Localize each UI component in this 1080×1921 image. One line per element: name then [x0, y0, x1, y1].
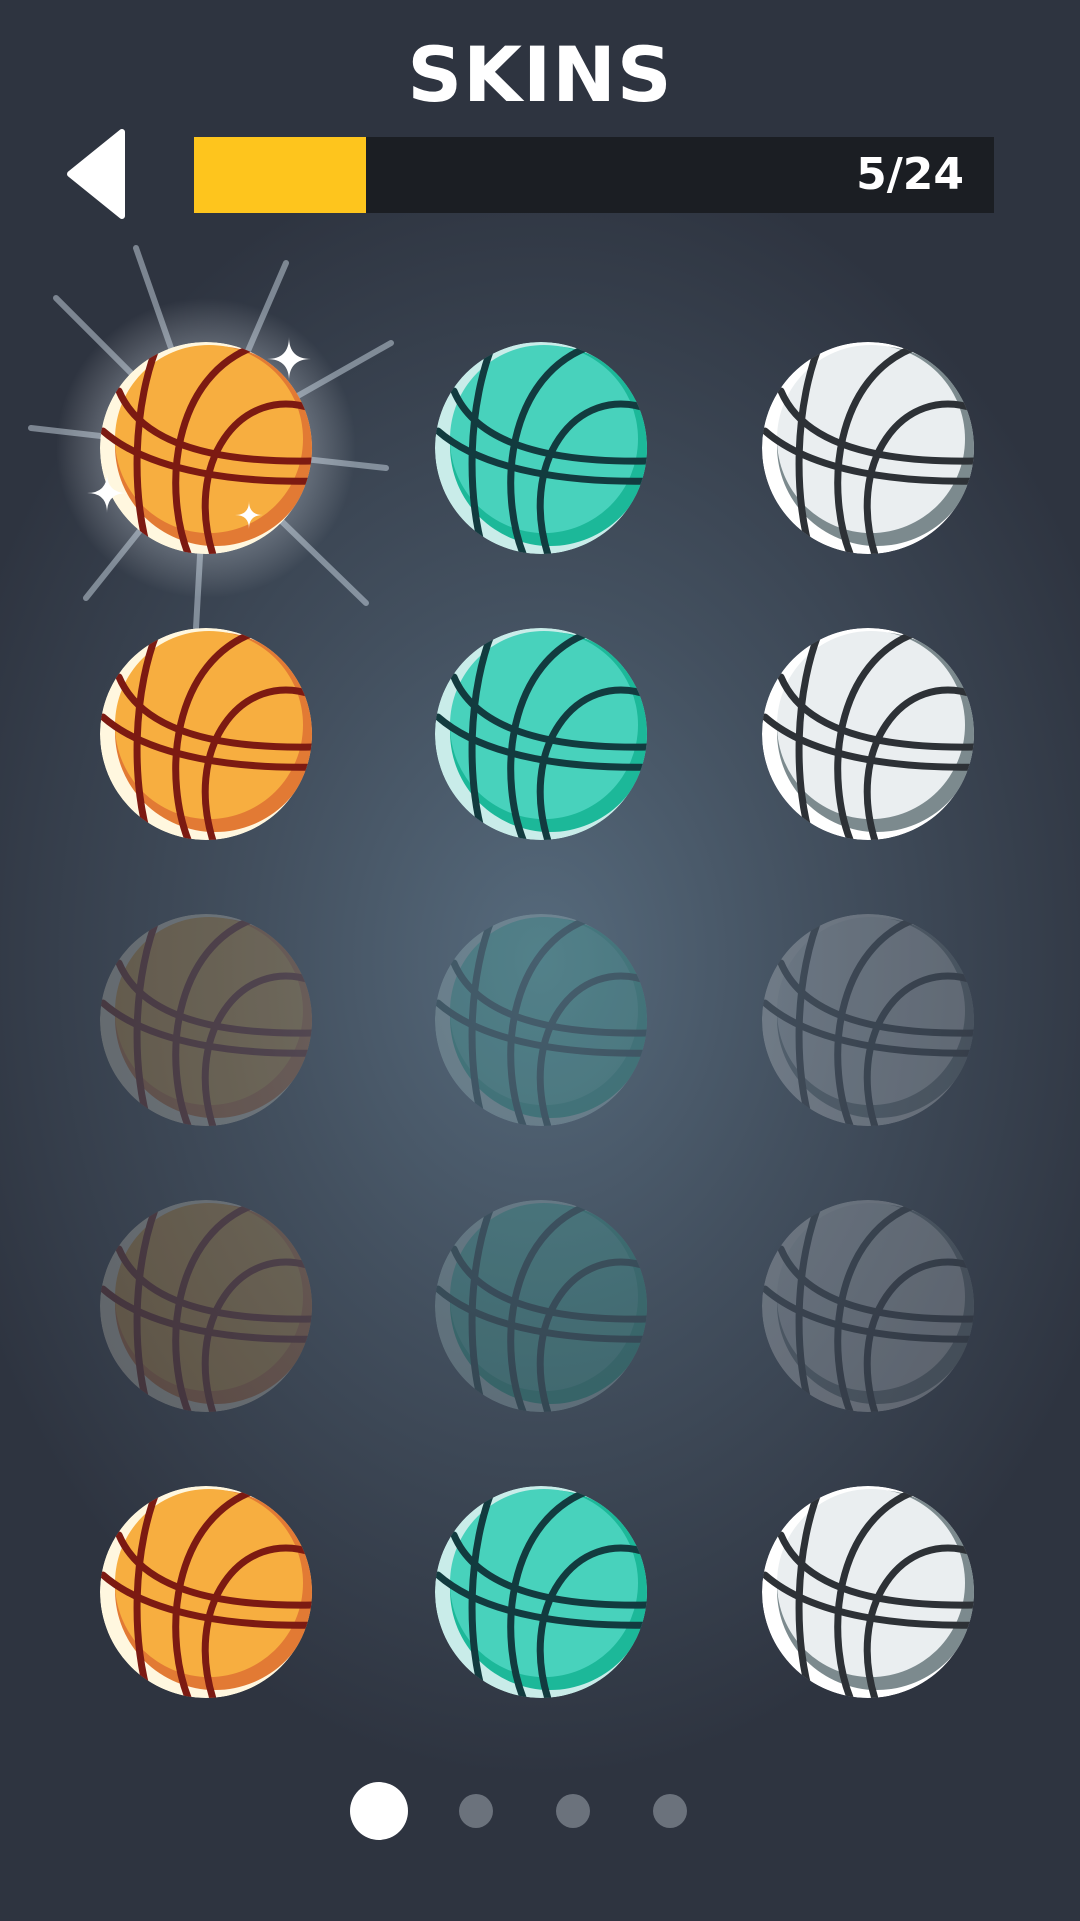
- skin-teal-5[interactable]: [426, 1477, 656, 1707]
- basketball-icon: [435, 914, 647, 1126]
- skins-screen: SKINS 5/24: [0, 0, 1080, 1921]
- skin-white-2[interactable]: [753, 619, 983, 849]
- skin-white-3-locked[interactable]: [753, 905, 983, 1135]
- basketball-icon: [762, 1200, 974, 1412]
- basketball-icon: [762, 1486, 974, 1698]
- skin-grid: [0, 0, 1080, 1921]
- basketball-icon: [435, 1486, 647, 1698]
- basketball-icon: [100, 1200, 312, 1412]
- skin-teal-1[interactable]: [426, 333, 656, 563]
- basketball-icon: [762, 914, 974, 1126]
- basketball-icon: [762, 628, 974, 840]
- page-dot-4[interactable]: [653, 1794, 687, 1828]
- skin-teal-3-locked[interactable]: [426, 905, 656, 1135]
- basketball-icon: [100, 628, 312, 840]
- basketball-icon: [100, 1486, 312, 1698]
- page-dot-1-active[interactable]: [350, 1782, 408, 1840]
- skin-orange-5[interactable]: [91, 1477, 321, 1707]
- basketball-icon: [762, 342, 974, 554]
- page-dot-3[interactable]: [556, 1794, 590, 1828]
- skin-white-5[interactable]: [753, 1477, 983, 1707]
- basketball-icon: [435, 1200, 647, 1412]
- skin-teal-2[interactable]: [426, 619, 656, 849]
- basketball-icon: [435, 628, 647, 840]
- skin-orange-4-locked[interactable]: [91, 1191, 321, 1421]
- skin-teal-4-locked[interactable]: [426, 1191, 656, 1421]
- skin-orange-2[interactable]: [91, 619, 321, 849]
- page-dot-2[interactable]: [459, 1794, 493, 1828]
- basketball-icon: [100, 914, 312, 1126]
- skin-orange-1[interactable]: [28, 245, 394, 631]
- skin-white-1[interactable]: [753, 333, 983, 563]
- basketball-icon: [435, 342, 647, 554]
- skin-white-4-locked[interactable]: [753, 1191, 983, 1421]
- skin-orange-3-locked[interactable]: [91, 905, 321, 1135]
- page-indicator: [0, 1776, 1080, 1846]
